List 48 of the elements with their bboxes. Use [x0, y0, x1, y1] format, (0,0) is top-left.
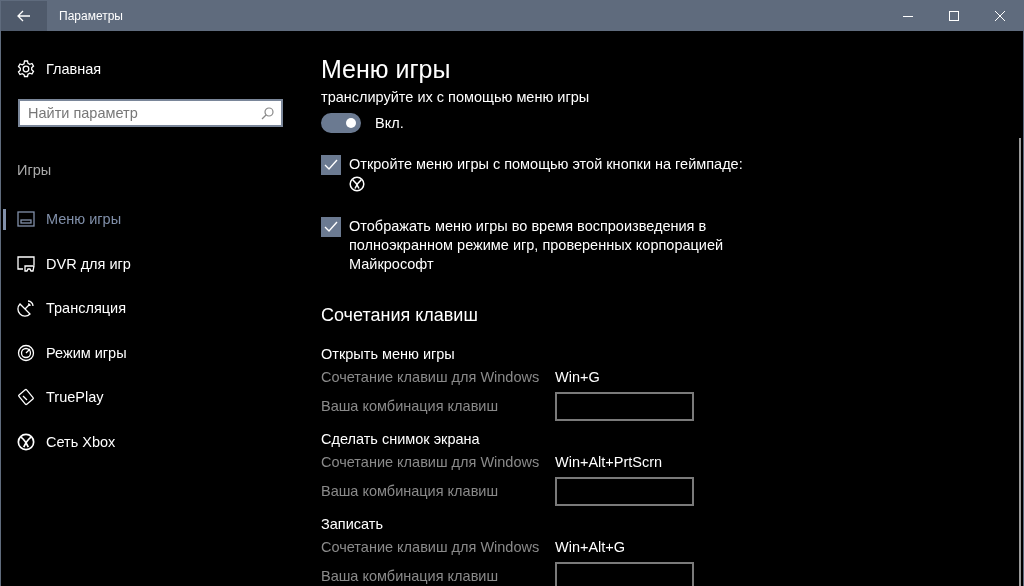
rotated-device-icon [17, 388, 35, 407]
back-arrow-icon [17, 10, 31, 22]
xbox-icon [17, 432, 35, 451]
toggle-label: Вкл. [375, 115, 404, 131]
back-button[interactable] [1, 1, 47, 31]
satellite-dish-icon [17, 299, 35, 318]
gauge-icon [17, 343, 35, 362]
shortcut-label: Ваша комбинация клавиш [321, 568, 500, 584]
nav-item[interactable]: DVR для игр [1, 241, 301, 286]
nav-item[interactable]: Сеть Xbox [1, 419, 301, 464]
shortcut-input[interactable] [555, 391, 694, 421]
checkbox[interactable] [321, 155, 341, 175]
shortcut-keys: Win+G [555, 369, 1023, 385]
xbox-icon [349, 176, 365, 192]
shortcut-keys: Win+Alt+G [555, 539, 1023, 555]
shortcut-label: Сочетание клавиш для Windows [321, 454, 541, 470]
nav-item[interactable]: Меню игры [1, 197, 301, 242]
shortcut-title: Сделать снимок экрана [321, 430, 481, 449]
search-field[interactable]: Найти параметр [18, 99, 283, 127]
settings-icon [17, 60, 35, 78]
shortcut-input[interactable] [555, 476, 694, 506]
shortcut-label: Ваша комбинация клавиш [321, 483, 500, 499]
window-title: Параметры [59, 9, 124, 23]
toggle-switch[interactable] [321, 113, 361, 133]
close-icon [995, 11, 1005, 21]
shortcut-title: Открыть меню игры [321, 345, 456, 364]
checkbox-label: Откройте меню игры с помощью этой кнопки на геймпаде: [349, 155, 744, 174]
screen-icon [17, 211, 35, 228]
nav-item[interactable]: TruePlay [1, 375, 301, 420]
maximize-icon [949, 11, 959, 21]
monitor-gamepad-icon [17, 255, 35, 272]
shortcut-input[interactable] [555, 561, 694, 586]
description-text: транслируйте их с помощью меню игры [321, 88, 591, 106]
page-title: Меню игры [321, 54, 452, 85]
home-link[interactable]: Главная [17, 55, 301, 83]
scrollbar[interactable] [1019, 138, 1021, 586]
group-heading: Игры [17, 162, 53, 180]
nav-item[interactable]: Режим игры [1, 330, 301, 375]
shortcut-title: Записать [321, 515, 384, 534]
checkbox-label: Отображать меню игры во время воспроизведения в полноэкранном режиме игр, проверенных корпорацией Майкрософт [349, 217, 725, 274]
section-heading: Сочетания клавиш [321, 304, 479, 327]
shortcut-label: Ваша комбинация клавиш [321, 398, 500, 414]
shortcut-label: Сочетание клавиш для Windows [321, 539, 541, 555]
nav-item[interactable]: Трансляция [1, 286, 301, 331]
search-icon [261, 107, 274, 120]
shortcut-keys: Win+Alt+PrtScrn [555, 454, 1023, 470]
shortcut-label: Сочетание клавиш для Windows [321, 369, 541, 385]
checkbox[interactable] [321, 217, 341, 237]
